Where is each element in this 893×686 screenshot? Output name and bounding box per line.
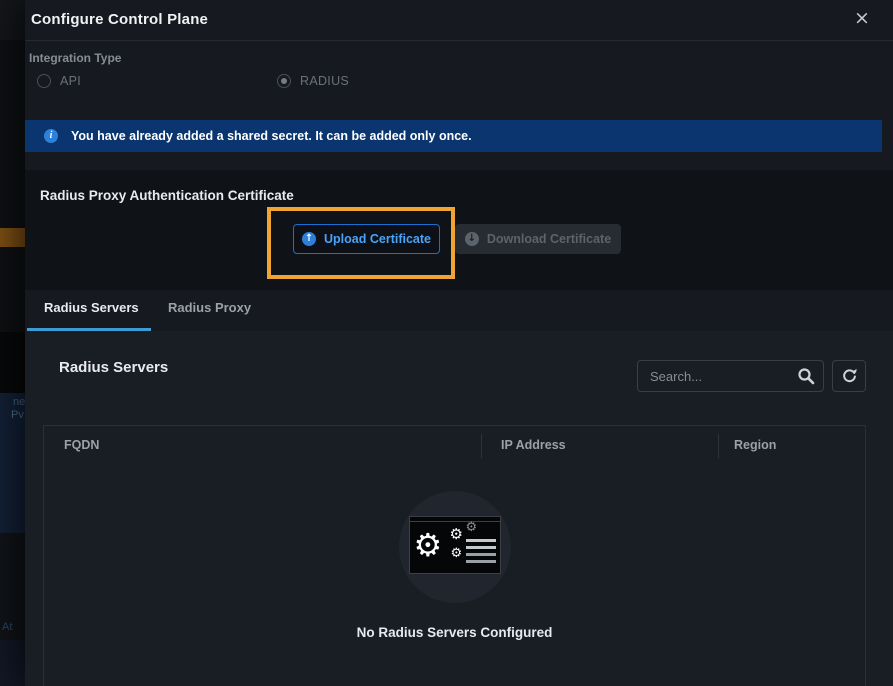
upload-icon: ↑	[302, 232, 316, 246]
upload-certificate-label: Upload Certificate	[324, 232, 431, 246]
refresh-icon	[841, 368, 858, 385]
background-block	[0, 640, 25, 686]
close-icon[interactable]: ×	[850, 6, 874, 30]
background-block	[0, 247, 25, 332]
radio-option-api[interactable]: API	[37, 74, 81, 88]
dialog-title: Configure Control Plane	[31, 11, 208, 28]
column-header-ip-address: IP Address	[501, 438, 566, 452]
download-icon: ↓	[465, 232, 479, 246]
column-header-region: Region	[734, 438, 776, 452]
list-line	[466, 553, 496, 556]
empty-state: ⚙ ⚙ ⚙ ⚙ No Radius Servers Configured	[44, 466, 865, 640]
radio-option-radius[interactable]: RADIUS	[277, 74, 349, 88]
search-icon	[797, 367, 815, 385]
tab-radius-servers[interactable]: Radius Servers	[44, 300, 139, 315]
column-header-fqdn: FQDN	[64, 438, 99, 452]
integration-type-radio-group: API RADIUS	[25, 74, 893, 92]
background-text-fragment: At	[2, 621, 12, 633]
column-divider	[481, 434, 482, 458]
info-banner: i You have already added a shared secret…	[25, 120, 882, 152]
certificate-section: Radius Proxy Authentication Certificate …	[25, 170, 893, 290]
background-orange-bar	[0, 228, 25, 247]
servers-gears-icon: ⚙ ⚙ ⚙ ⚙	[409, 516, 501, 574]
empty-state-circle: ⚙ ⚙ ⚙ ⚙	[399, 491, 511, 603]
background-block	[0, 0, 25, 40]
radio-api-icon[interactable]	[37, 74, 51, 88]
radio-radius-label: RADIUS	[300, 74, 349, 88]
column-divider	[718, 434, 719, 458]
radius-servers-panel: Radius Servers FQDN IP Address Region	[25, 331, 893, 686]
gear-icon: ⚙	[414, 529, 443, 561]
desktop-background: { "background": { "fragments": { "f1": "…	[0, 0, 893, 686]
certificate-section-title: Radius Proxy Authentication Certificate	[40, 188, 294, 203]
background-block	[0, 40, 25, 230]
upload-certificate-button[interactable]: ↑ Upload Certificate	[293, 224, 440, 254]
graphic-titlebar-line	[410, 521, 500, 522]
list-line	[466, 539, 496, 542]
background-text-fragment: ne	[13, 396, 25, 408]
search-box	[637, 360, 824, 392]
configure-control-plane-dialog: Configure Control Plane × Integration Ty…	[25, 0, 893, 686]
list-line	[466, 546, 496, 549]
table-header-row: FQDN IP Address Region	[44, 426, 865, 466]
radio-radius-icon[interactable]	[277, 74, 291, 88]
radio-api-label: API	[60, 74, 81, 88]
gear-icon: ⚙	[451, 547, 463, 560]
gear-icon: ⚙	[450, 527, 463, 542]
background-block	[0, 332, 25, 393]
download-certificate-label: Download Certificate	[487, 232, 611, 246]
empty-state-text: No Radius Servers Configured	[44, 625, 865, 640]
tab-bar: Radius Servers Radius Proxy	[25, 290, 893, 331]
gear-icon: ⚙	[466, 521, 478, 534]
refresh-button[interactable]	[832, 360, 866, 392]
radius-servers-table: FQDN IP Address Region ⚙ ⚙ ⚙ ⚙	[43, 425, 866, 686]
info-icon: i	[44, 129, 58, 143]
search-input[interactable]	[637, 360, 824, 392]
dialog-header: Configure Control Plane ×	[25, 0, 893, 41]
integration-type-label: Integration Type	[29, 51, 121, 65]
background-text-fragment: Pv	[11, 409, 24, 421]
background-app-strip: ne Pv At	[0, 0, 25, 686]
info-banner-text: You have already added a shared secret. …	[71, 129, 472, 143]
list-line	[466, 560, 496, 563]
download-certificate-button[interactable]: ↓ Download Certificate	[455, 224, 621, 254]
tab-radius-proxy[interactable]: Radius Proxy	[168, 300, 251, 315]
radius-servers-heading: Radius Servers	[59, 359, 168, 376]
